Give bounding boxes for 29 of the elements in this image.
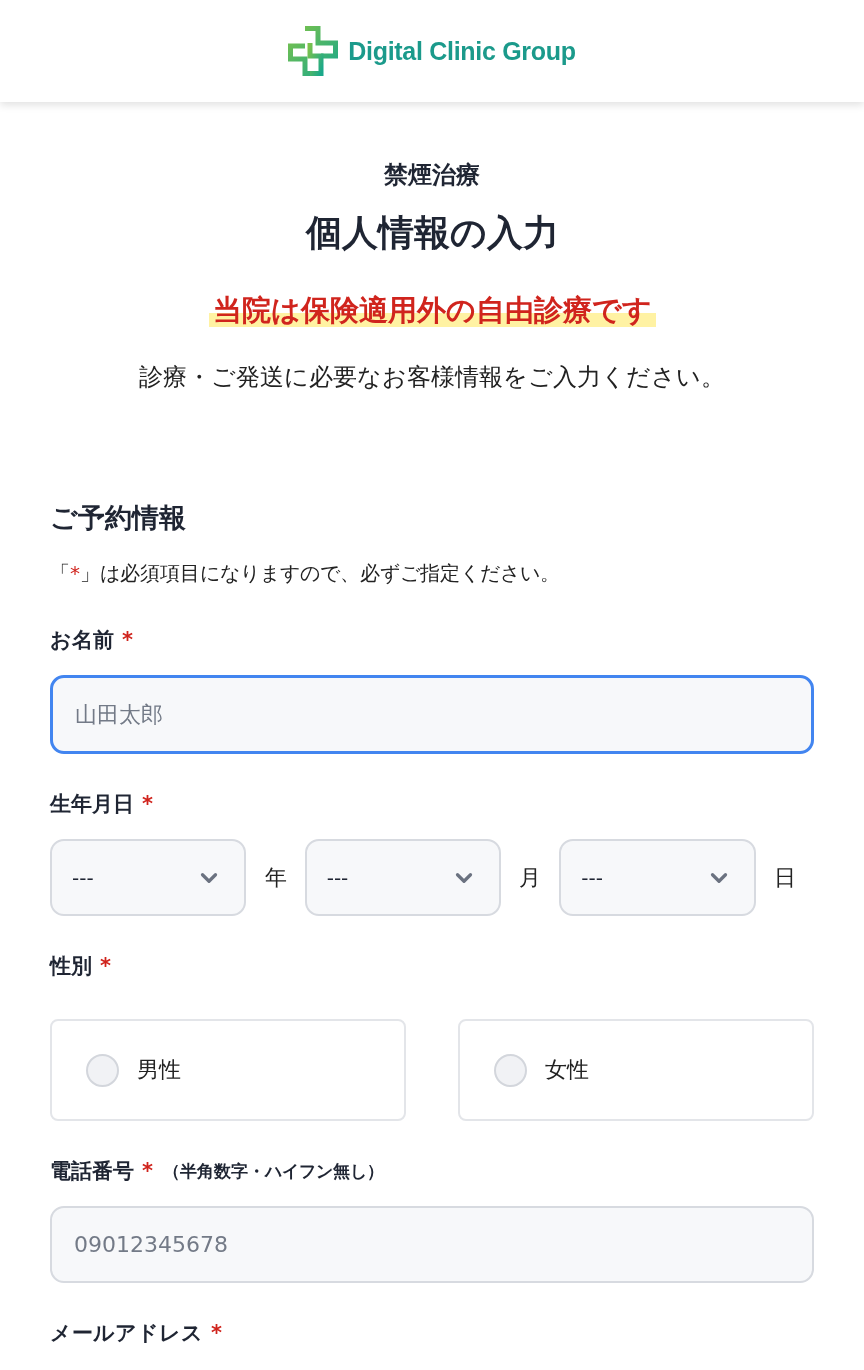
- radio-button[interactable]: [86, 1053, 119, 1087]
- radio-option[interactable]: 男性: [50, 1019, 406, 1121]
- cross-logo-icon: [288, 26, 339, 76]
- unit-label: 年: [263, 863, 288, 892]
- section-title: ご予約情報: [50, 501, 187, 535]
- field-label: 性別: [50, 953, 92, 980]
- radio-button[interactable]: [494, 1053, 527, 1087]
- unit-label: 日: [772, 863, 797, 892]
- field-label: メールアドレス: [50, 1320, 203, 1347]
- required-mark: *: [211, 1320, 222, 1347]
- page-title: 個人情報の入力: [305, 211, 559, 255]
- required-note: 「*」は必須項目になりますので、必ずご指定ください。: [50, 560, 561, 587]
- required-mark: *: [122, 627, 133, 654]
- required-mark: *: [142, 1158, 153, 1185]
- dropdown-select[interactable]: ---: [304, 839, 502, 916]
- dropdown-select[interactable]: ---: [50, 839, 247, 916]
- field-label: 電話番号: [50, 1158, 134, 1185]
- dropdown-select[interactable]: ---: [559, 839, 756, 916]
- logo-text: Digital Clinic Group: [348, 36, 576, 66]
- text-input[interactable]: 山田太郎: [50, 675, 814, 754]
- field-hint: （半角数字・ハイフン無し）: [163, 1160, 384, 1183]
- field-label: 生年月日: [50, 791, 134, 818]
- required-mark: *: [100, 953, 111, 980]
- field-label: お名前: [50, 627, 114, 654]
- description-text: 診療・ご発送に必要なお客様情報をご入力ください。: [139, 362, 725, 393]
- category-label: 禁煙治療: [384, 160, 480, 190]
- required-mark: *: [142, 791, 153, 818]
- radio-option[interactable]: 女性: [458, 1019, 814, 1121]
- unit-label: 月: [518, 863, 543, 892]
